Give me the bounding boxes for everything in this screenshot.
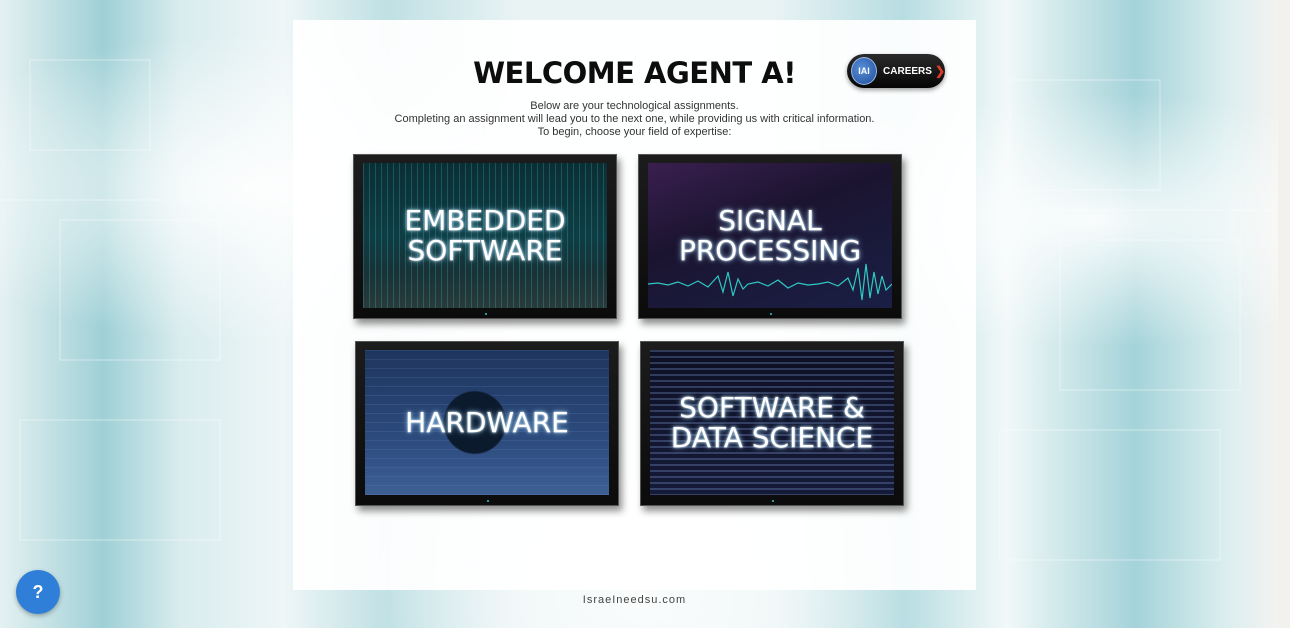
tile-label-line: EMBEDDED [404, 203, 566, 237]
tile-label-line: HARDWARE [405, 405, 569, 439]
help-button[interactable]: ? [16, 570, 60, 614]
tile-embedded-software[interactable]: EMBEDDED SOFTWARE [353, 154, 617, 319]
footer-site-link[interactable]: IsraeIneedsu.com [293, 594, 976, 606]
tile-screen: EMBEDDED SOFTWARE [363, 163, 607, 308]
intro-line: Completing an assignment will lead you t… [394, 113, 875, 125]
company-logo-icon: IAI [851, 57, 878, 85]
tile-screen: HARDWARE [365, 350, 609, 495]
tile-label-line: DATA SCIENCE [670, 420, 874, 454]
tile-screen: SOFTWARE & DATA SCIENCE [650, 350, 894, 495]
tile-label: SIGNAL PROCESSING [648, 203, 892, 267]
tile-label-line: SOFTWARE [407, 233, 563, 267]
tile-label-line: SOFTWARE & [679, 390, 865, 424]
careers-button[interactable]: IAI CAREERS ❯ [847, 54, 945, 88]
question-mark-icon: ? [32, 581, 44, 602]
intro-line: Below are your technological assignments… [530, 100, 739, 112]
tile-label-line: PROCESSING [678, 233, 862, 267]
tile-software-data-science[interactable]: SOFTWARE & DATA SCIENCE [640, 341, 904, 506]
right-edge-strip [1278, 0, 1290, 628]
tile-screen: SIGNAL PROCESSING [648, 163, 892, 308]
tile-label-line: SIGNAL [718, 203, 822, 237]
power-led-icon [487, 500, 489, 502]
power-led-icon [772, 500, 774, 502]
tile-hardware[interactable]: HARDWARE [355, 341, 619, 506]
careers-label: CAREERS [883, 65, 932, 77]
power-led-icon [485, 313, 487, 315]
tile-label: EMBEDDED SOFTWARE [363, 203, 607, 267]
tile-signal-processing[interactable]: SIGNAL PROCESSING [638, 154, 902, 319]
tile-label: SOFTWARE & DATA SCIENCE [650, 390, 894, 454]
tile-label: HARDWARE [365, 405, 609, 439]
intro-line: To begin, choose your field of expertise… [537, 126, 732, 138]
power-led-icon [770, 313, 772, 315]
chevron-right-icon: ❯ [934, 64, 945, 78]
intro-text: Below are your technological assignments… [293, 100, 976, 139]
